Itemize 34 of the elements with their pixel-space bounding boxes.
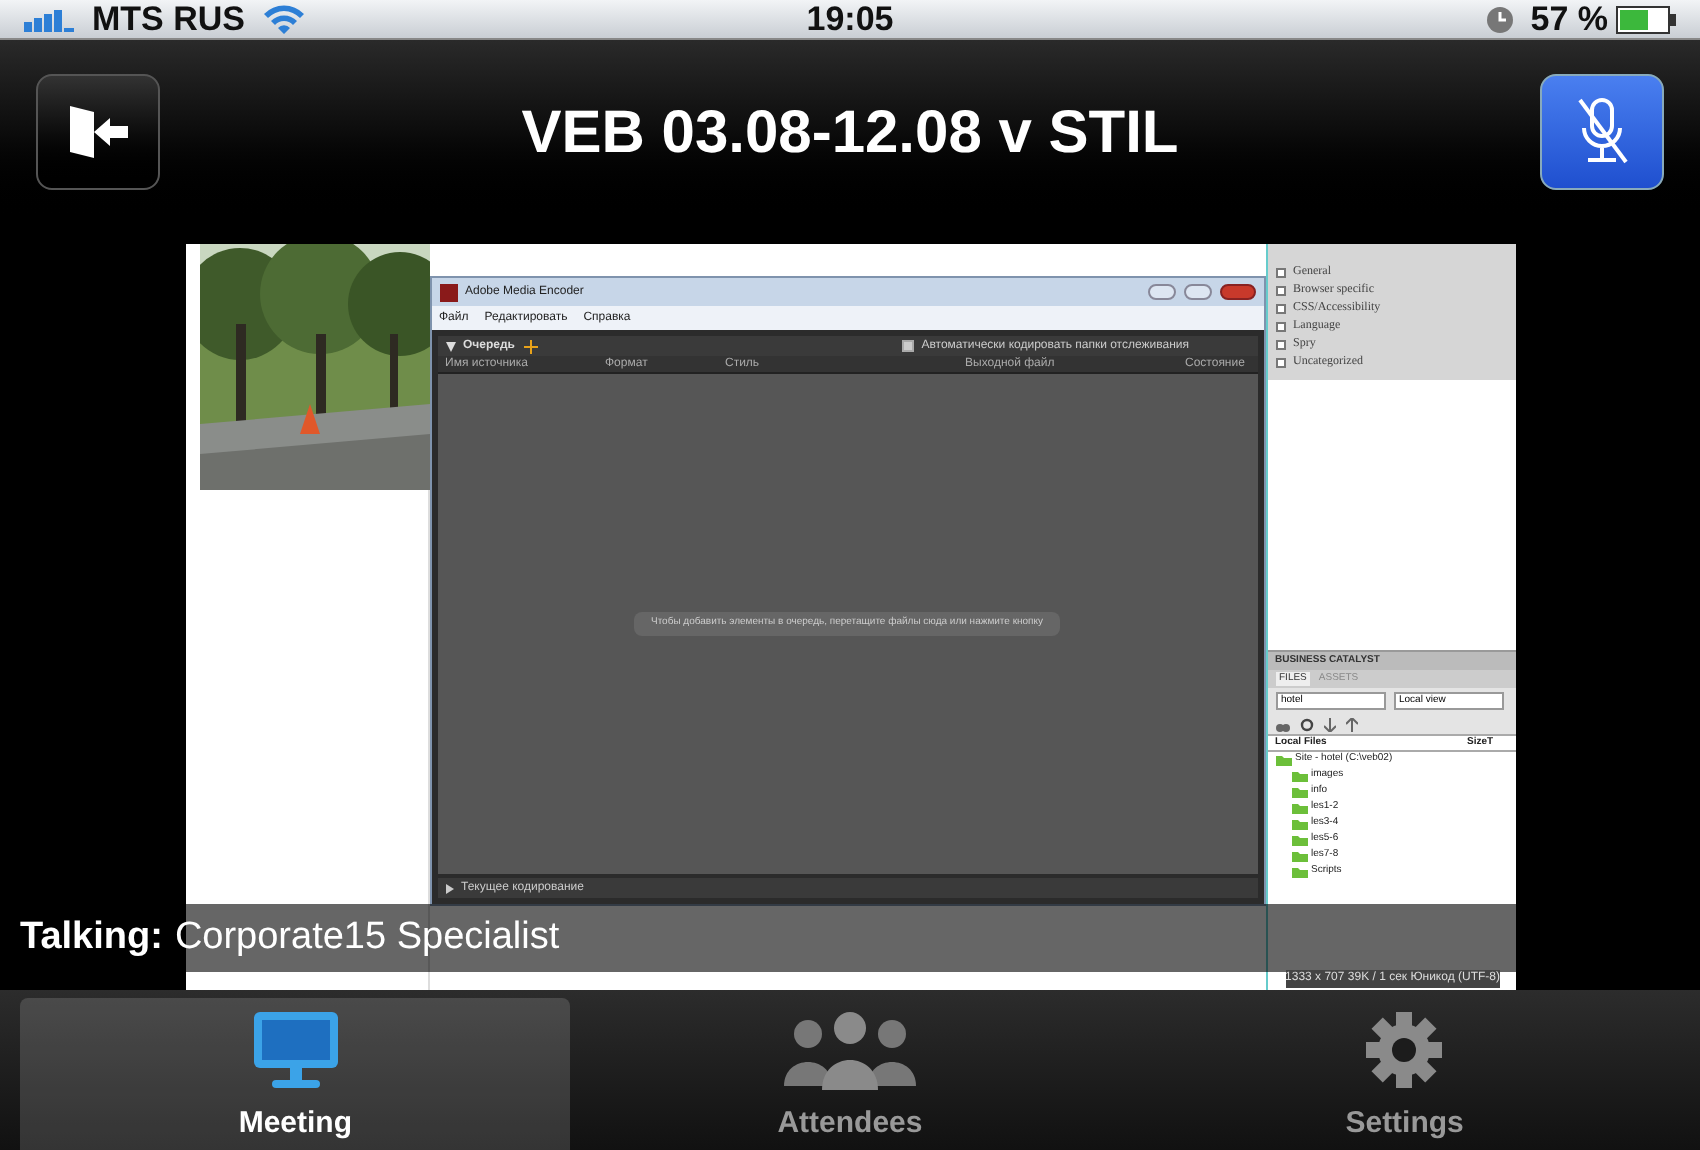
- door-arrow-icon: [66, 102, 130, 162]
- expand-triangle-icon: [445, 883, 453, 893]
- tab-button[interactable]: Meeting: [20, 998, 571, 1150]
- meeting-title: VEB 03.08-12.08 v STIL: [519, 97, 1181, 169]
- auto-encode-checkbox[interactable]: [901, 340, 914, 352]
- expand-box-icon[interactable]: [1275, 304, 1285, 314]
- wifi-icon: [261, 3, 305, 35]
- monitor-icon: [251, 1009, 340, 1089]
- maximize-button[interactable]: [1183, 284, 1211, 300]
- close-button[interactable]: [1219, 284, 1255, 300]
- tab-button[interactable]: Settings: [1129, 998, 1680, 1150]
- collapse-triangle-icon: [445, 341, 455, 351]
- minimize-button[interactable]: [1147, 284, 1175, 300]
- expand-box-icon[interactable]: [1275, 286, 1285, 296]
- people-icon: [779, 1009, 920, 1089]
- settings-icon: [1364, 1009, 1445, 1089]
- mute-button[interactable]: [1540, 74, 1664, 190]
- expand-box-icon[interactable]: [1275, 268, 1285, 278]
- clock-time: 19:05: [804, 0, 896, 42]
- down-arrow-icon[interactable]: [1323, 717, 1335, 731]
- carrier-name: MTS RUS: [92, 0, 245, 42]
- expand-box-icon[interactable]: [1275, 358, 1285, 368]
- battery-percent: 57 %: [1530, 0, 1608, 42]
- talking-label: Talking:: [20, 913, 163, 962]
- battery-icon: [1616, 5, 1676, 33]
- add-icon[interactable]: [523, 339, 537, 353]
- tab-button[interactable]: Attendees: [574, 998, 1126, 1150]
- app-icon: [439, 283, 457, 301]
- expand-box-icon[interactable]: [1275, 322, 1285, 332]
- up-arrow-icon[interactable]: [1345, 717, 1357, 731]
- refresh-icon[interactable]: [1299, 717, 1313, 731]
- expand-box-icon[interactable]: [1275, 340, 1285, 350]
- exit-button[interactable]: [36, 74, 160, 190]
- alarm-clock-icon: [1486, 5, 1515, 33]
